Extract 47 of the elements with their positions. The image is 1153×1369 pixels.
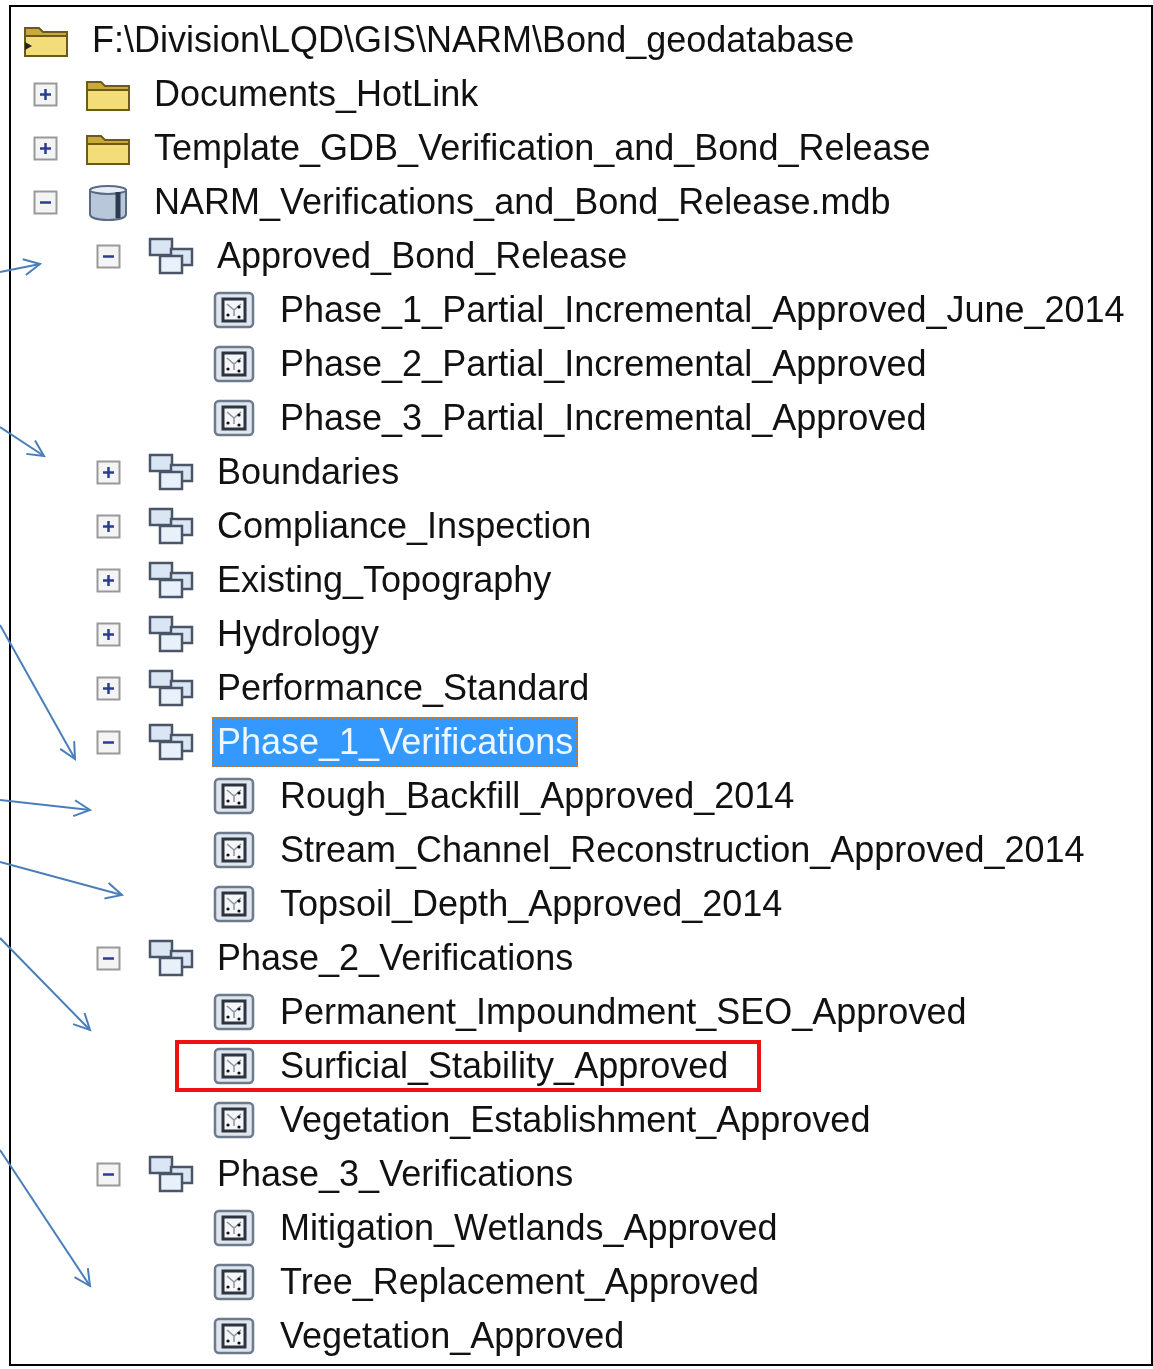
- tree-item-label[interactable]: NARM_Verifications_and_Bond_Release.mdb: [149, 177, 896, 227]
- stacked-windows-icon: [147, 1154, 195, 1194]
- collapse-minus-icon[interactable]: [96, 1161, 121, 1187]
- tree-item-label[interactable]: Phase_2_Verifications: [212, 933, 579, 983]
- arrow-annotation: [0, 426, 46, 458]
- tree-item-label[interactable]: Phase_3_Verifications: [212, 1149, 579, 1199]
- tree-item-label[interactable]: Vegetation_Establishment_Approved: [275, 1095, 876, 1145]
- stacked-windows-icon: [147, 668, 195, 708]
- tree-item-label[interactable]: Template_GDB_Verification_and_Bond_Release: [149, 123, 936, 173]
- expand-plus-icon[interactable]: [96, 567, 121, 593]
- collapse-minus-icon[interactable]: [33, 189, 58, 215]
- tree-item-label[interactable]: Permanent_Impoundment_SEO_Approved: [275, 987, 972, 1037]
- tree-item-label[interactable]: Mitigation_Wetlands_Approved: [275, 1203, 783, 1253]
- expand-plus-icon[interactable]: [96, 459, 121, 485]
- expand-plus-icon[interactable]: [33, 81, 58, 107]
- tree-item-label[interactable]: Hydrology: [212, 609, 385, 659]
- tree-item-label[interactable]: Stream_Channel_Reconstruction_Approved_2014: [275, 825, 1090, 875]
- tree-item-label[interactable]: Phase_2_Partial_Incremental_Approved: [275, 339, 932, 389]
- tree-item-label[interactable]: Rough_Backfill_Approved_2014: [275, 771, 800, 821]
- expand-plus-icon[interactable]: [33, 135, 58, 161]
- collapse-minus-icon[interactable]: [96, 729, 121, 755]
- expand-plus-icon[interactable]: [96, 621, 121, 647]
- tree-item-label[interactable]: Existing_Topography: [212, 555, 557, 605]
- collapse-minus-icon[interactable]: [96, 945, 121, 971]
- tree-item-label[interactable]: Phase_1_Partial_Incremental_Approved_June_2014: [275, 285, 1130, 335]
- tree-item-label[interactable]: Approved_Bond_Release: [212, 231, 633, 281]
- stacked-windows-icon: [147, 938, 195, 978]
- tree-item-label[interactable]: F:\Division\LQD\GIS\NARM\Bond_geodatabase: [87, 15, 860, 65]
- stacked-windows-icon: [147, 560, 195, 600]
- tree-item-label[interactable]: Performance_Standard: [212, 663, 595, 713]
- expand-plus-icon[interactable]: [96, 675, 121, 701]
- stacked-windows-icon: [147, 506, 195, 546]
- arrow-annotation: [0, 258, 43, 276]
- expand-plus-icon[interactable]: [96, 513, 121, 539]
- stacked-windows-icon: [147, 236, 195, 276]
- stacked-windows-icon: [147, 452, 195, 492]
- collapse-minus-icon[interactable]: [96, 243, 121, 269]
- tree-item-label[interactable]: Surficial_Stability_Approved: [275, 1041, 734, 1091]
- tree-item-label[interactable]: Vegetation_Approved: [275, 1311, 630, 1361]
- tree-item-label[interactable]: Tree_Replacement_Approved: [275, 1257, 764, 1307]
- tree-item-label[interactable]: Boundaries: [212, 447, 405, 497]
- tree-item-label[interactable]: Phase_3_Partial_Incremental_Approved: [275, 393, 932, 443]
- tree-item-label[interactable]: Topsoil_Depth_Approved_2014: [275, 879, 788, 929]
- tree-item-label[interactable]: Compliance_Inspection: [212, 501, 597, 551]
- stacked-windows-icon: [147, 722, 195, 762]
- stacked-windows-icon: [147, 614, 195, 654]
- tree-item-label[interactable]: Documents_HotLink: [149, 69, 484, 119]
